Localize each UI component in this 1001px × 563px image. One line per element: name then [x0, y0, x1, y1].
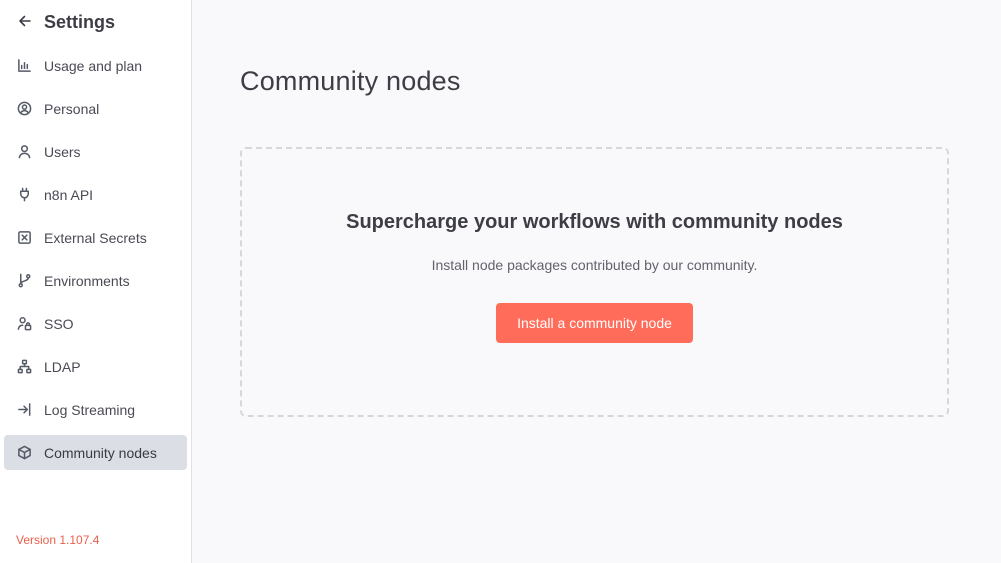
- sidebar-title: Settings: [44, 11, 116, 32]
- back-arrow-icon[interactable]: [16, 12, 34, 30]
- install-community-node-button[interactable]: Install a community node: [496, 303, 693, 343]
- sidebar-item-log-streaming[interactable]: Log Streaming: [4, 392, 187, 427]
- sidebar-item-label: Personal: [44, 100, 100, 117]
- settings-nav: Usage and plan Personal Users n8n API Ex…: [0, 44, 191, 470]
- sidebar-item-label: Users: [44, 143, 81, 160]
- sidebar-item-sso[interactable]: SSO: [4, 306, 187, 341]
- git-branch-icon: [16, 273, 32, 289]
- log-in-icon: [16, 402, 32, 418]
- empty-state-description: Install node packages contributed by our…: [431, 257, 758, 273]
- box-icon: [16, 445, 32, 461]
- plug-icon: [16, 187, 32, 203]
- page-title: Community nodes: [240, 66, 461, 96]
- empty-state-panel: Supercharge your workflows with communit…: [240, 147, 949, 417]
- empty-state-heading: Supercharge your workflows with communit…: [346, 211, 843, 233]
- sidebar-item-label: Environments: [44, 272, 130, 289]
- sidebar-item-environments[interactable]: Environments: [4, 263, 187, 298]
- sidebar-item-label: Usage and plan: [44, 57, 143, 74]
- user-icon: [16, 144, 32, 160]
- sidebar-item-label: Community nodes: [44, 444, 157, 461]
- square-x-icon: [16, 230, 32, 246]
- sidebar-item-label: External Secrets: [44, 229, 147, 246]
- sidebar-item-label: n8n API: [44, 186, 94, 203]
- chart-bar-icon: [16, 58, 32, 74]
- settings-sidebar: Settings Usage and plan Personal Users n…: [0, 0, 192, 563]
- sidebar-header: Settings: [0, 0, 191, 44]
- user-circle-icon: [16, 101, 32, 117]
- sidebar-item-users[interactable]: Users: [4, 134, 187, 169]
- main-content: Community nodes Supercharge your workflo…: [192, 0, 1001, 563]
- app-root: Settings Usage and plan Personal Users n…: [0, 0, 1001, 563]
- sidebar-item-personal[interactable]: Personal: [4, 91, 187, 126]
- user-lock-icon: [16, 316, 32, 332]
- network-icon: [16, 359, 32, 375]
- sidebar-item-label: Log Streaming: [44, 401, 136, 418]
- version-label[interactable]: Version 1.107.4: [16, 533, 99, 547]
- sidebar-item-external-secrets[interactable]: External Secrets: [4, 220, 187, 255]
- sidebar-item-label: SSO: [44, 315, 74, 332]
- sidebar-item-label: LDAP: [44, 358, 81, 375]
- sidebar-item-ldap[interactable]: LDAP: [4, 349, 187, 384]
- sidebar-item-n8n-api[interactable]: n8n API: [4, 177, 187, 212]
- sidebar-item-usage-and-plan[interactable]: Usage and plan: [4, 48, 187, 83]
- sidebar-item-community-nodes[interactable]: Community nodes: [4, 435, 187, 470]
